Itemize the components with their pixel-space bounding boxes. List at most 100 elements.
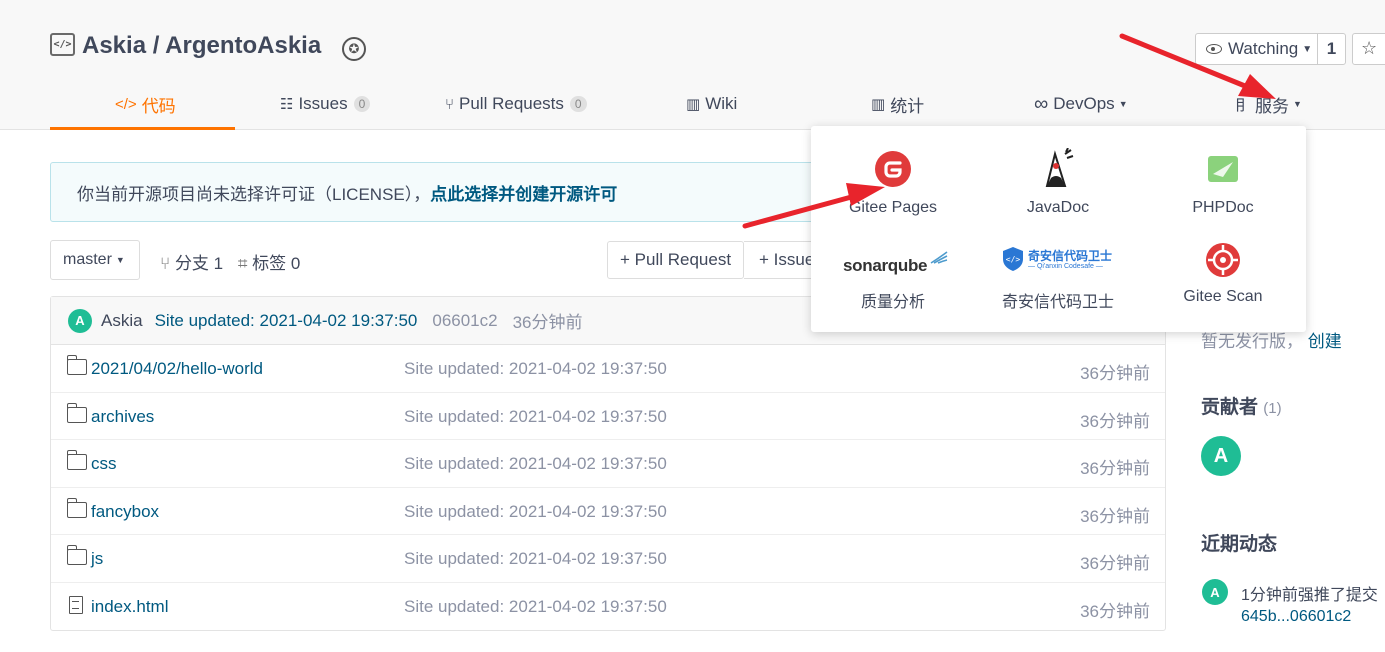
pull-request-icon: ⑂ — [445, 95, 455, 113]
file-commit-message[interactable]: Site updated: 2021-04-02 19:37:50 — [404, 502, 667, 522]
star-icon: ☆ — [1361, 38, 1378, 58]
eye-icon — [1206, 44, 1222, 54]
commit-time: 36分钟前 — [512, 313, 583, 332]
service-gitee-pages[interactable]: Gitee Pages — [813, 146, 973, 226]
file-commit-message[interactable]: Site updated: 2021-04-02 19:37:50 — [404, 597, 667, 617]
phpdoc-icon — [1208, 156, 1238, 182]
repo-title[interactable]: Askia / ArgentoAskia — [82, 32, 321, 60]
service-label: 质量分析 — [860, 294, 925, 311]
file-name[interactable]: 2021/04/02/hello-world — [91, 359, 263, 379]
star-button[interactable]: ☆ — [1352, 33, 1385, 65]
chevron-down-icon: ▼ — [1118, 99, 1128, 109]
tag-icon: ⌗ — [237, 254, 248, 273]
tab-issues[interactable]: ☷ Issues 0 — [280, 90, 371, 118]
book-icon: ▥ — [686, 96, 701, 113]
service-javadoc[interactable]: JavaDoc — [978, 146, 1138, 226]
activity-commit-link[interactable]: 645b...06601c2 — [1241, 608, 1351, 626]
table-row: css Site updated: 2021-04-02 19:37:50 36… — [51, 440, 1165, 488]
code-icon: </> — [115, 95, 137, 113]
chevron-down-icon: ▼ — [1302, 43, 1313, 55]
table-row: index.html Site updated: 2021-04-02 19:3… — [51, 583, 1165, 631]
file-commit-message[interactable]: Site updated: 2021-04-02 19:37:50 — [404, 359, 667, 379]
tab-wiki[interactable]: ▥ Wiki — [686, 90, 737, 118]
file-icon — [69, 595, 83, 614]
watch-count[interactable]: 1 — [1317, 34, 1345, 64]
branch-info: ⑂ 分支 1 ⌗ 标签 0 — [160, 249, 300, 274]
contributors-count: (1) — [1263, 400, 1282, 417]
tags-link[interactable]: 标签 0 — [252, 254, 300, 273]
tab-code[interactable]: </> 代码 — [115, 90, 176, 118]
service-label: 奇安信代码卫士 — [1001, 294, 1114, 311]
service-label: PHPDoc — [1192, 199, 1254, 216]
folder-icon — [66, 355, 87, 375]
watch-label: Watching — [1228, 39, 1299, 58]
activity-text: 1分钟前强推了提交 — [1241, 587, 1378, 604]
service-gitee-scan[interactable]: Gitee Scan — [1143, 243, 1303, 314]
service-label: JavaDoc — [1026, 199, 1090, 216]
file-commit-message[interactable]: Site updated: 2021-04-02 19:37:50 — [404, 454, 667, 474]
infinity-icon: ∞ — [1034, 92, 1049, 115]
tab-pull-requests[interactable]: ⑂ Pull Requests 0 — [445, 90, 587, 118]
activity-heading: 近期动态 — [1201, 534, 1278, 555]
table-row: 2021/04/02/hello-world Site updated: 202… — [51, 345, 1165, 393]
branch-icon: ⑂ — [160, 254, 171, 273]
tab-devops[interactable]: ∞ DevOps ▼ — [1034, 90, 1128, 118]
folder-icon — [66, 545, 87, 565]
create-license-link[interactable]: 点此选择并创建开源许可 — [430, 180, 617, 205]
watch-button[interactable]: Watching ▼ 1 — [1195, 33, 1346, 65]
pulse-icon: ⺝ — [1235, 96, 1251, 114]
commit-message[interactable]: Site updated: 2021-04-02 19:37:50 — [155, 311, 418, 331]
table-row: archives Site updated: 2021-04-02 19:37:… — [51, 393, 1165, 440]
branches-link[interactable]: 分支 1 — [175, 254, 223, 273]
tab-label: DevOps — [1053, 94, 1115, 113]
tab-label: Wiki — [705, 94, 738, 113]
services-dropdown: Gitee Pages JavaDoc PHPDoc sonarqube 质量分… — [811, 126, 1306, 332]
file-time: 36分钟前 — [1080, 364, 1150, 383]
file-commit-message[interactable]: Site updated: 2021-04-02 19:37:50 — [404, 549, 667, 569]
avatar[interactable]: A — [1201, 436, 1241, 476]
issues-count-badge: 0 — [353, 96, 371, 112]
folder-icon — [66, 497, 87, 518]
avatar[interactable]: A — [68, 308, 92, 333]
file-name[interactable]: index.html — [91, 597, 168, 617]
new-pull-request-button[interactable]: + Pull Request — [607, 241, 745, 279]
tab-label: Pull Requests — [459, 94, 564, 113]
service-sonarqube[interactable]: sonarqube 质量分析 — [813, 244, 973, 314]
tab-label: Issues — [298, 94, 348, 113]
contributors-title: 贡献者 — [1201, 397, 1259, 418]
folder-icon — [66, 402, 87, 423]
file-time: 36分钟前 — [1080, 554, 1150, 573]
file-name[interactable]: css — [91, 454, 117, 474]
gitee-pages-icon — [875, 151, 911, 187]
folder-icon — [66, 450, 87, 470]
license-notice: 你当前开源项目尚未选择许可证（LICENSE）， 点此选择并创建开源许可 — [50, 162, 850, 222]
new-issue-button[interactable]: + Issue — [744, 241, 814, 279]
file-time: 36分钟前 — [1080, 601, 1150, 621]
recommend-badge-icon: ✪ — [342, 37, 366, 61]
commit-author[interactable]: Askia — [101, 311, 143, 331]
create-release-link[interactable]: 创建 — [1308, 332, 1342, 351]
commit-sha[interactable]: 06601c2 — [432, 311, 497, 331]
gitee-scan-icon — [1206, 243, 1240, 277]
notice-text: 你当前开源项目尚未选择许可证（LICENSE）， — [77, 184, 431, 204]
tab-stats[interactable]: ▥ 统计 — [871, 90, 924, 118]
service-phpdoc[interactable]: PHPDoc — [1143, 146, 1303, 226]
release-empty-text: 暂无发行版， — [1201, 332, 1303, 351]
table-row: fancybox Site updated: 2021-04-02 19:37:… — [51, 488, 1165, 535]
pr-count-badge: 0 — [569, 96, 587, 112]
file-name[interactable]: js — [91, 549, 103, 569]
branch-select[interactable]: master ▼ — [50, 240, 140, 280]
file-commit-message[interactable]: Site updated: 2021-04-02 19:37:50 — [404, 407, 667, 427]
file-name[interactable]: archives — [91, 407, 154, 427]
service-label: Gitee Pages — [848, 199, 938, 216]
avatar[interactable]: A — [1202, 579, 1228, 605]
tab-label: 服务 — [1255, 96, 1290, 116]
repo-code-icon: </> — [50, 33, 75, 56]
tab-services[interactable]: ⺝服务 ▼ — [1235, 90, 1302, 118]
issues-icon: ☷ — [280, 96, 294, 113]
service-qianxin-codesafe[interactable]: </> 奇安信代码卫士 — Qi'anxin Codesafe — 奇安信代码卫… — [978, 244, 1138, 314]
file-name[interactable]: fancybox — [91, 502, 159, 522]
qianxin-logo-text: 奇安信代码卫士 — [1028, 249, 1113, 263]
svg-text:</>: </> — [1006, 255, 1021, 264]
file-list: A Askia Site updated: 2021-04-02 19:37:5… — [50, 296, 1166, 631]
